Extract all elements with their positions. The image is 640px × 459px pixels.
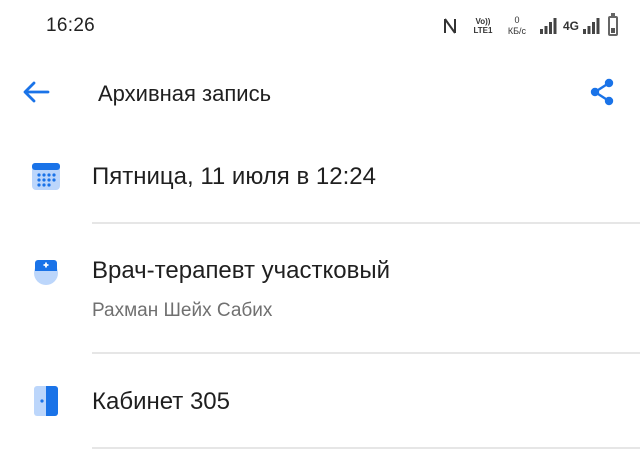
speed-unit: КБ/с bbox=[507, 26, 527, 36]
battery-icon bbox=[608, 13, 618, 36]
divider bbox=[92, 447, 640, 449]
divider bbox=[92, 352, 640, 354]
status-bar: 16:26 Vo)) LTE1 0 КБ/с 4G bbox=[0, 0, 640, 52]
back-button[interactable] bbox=[18, 74, 54, 110]
share-icon bbox=[590, 78, 614, 106]
app-bar: Архивная запись bbox=[0, 60, 640, 124]
signal-icon-secondary bbox=[582, 18, 600, 34]
appointment-date: Пятница, 11 июля в 12:24 bbox=[92, 163, 376, 190]
room-row: Кабинет 305 bbox=[0, 372, 640, 452]
status-icons: Vo)) LTE1 0 КБ/с 4G bbox=[439, 13, 618, 38]
page-title: Архивная запись bbox=[98, 81, 272, 106]
door-icon bbox=[30, 385, 62, 417]
status-time: 16:26 bbox=[46, 15, 96, 36]
appointment-date-row: Пятница, 11 июля в 12:24 bbox=[0, 150, 640, 226]
battery-level bbox=[611, 28, 615, 33]
network-speed: 0 КБ/с bbox=[503, 14, 531, 38]
nfc-icon bbox=[439, 15, 461, 37]
network-type: 4G bbox=[562, 19, 579, 33]
signal-icon bbox=[539, 18, 557, 34]
divider bbox=[92, 222, 640, 224]
volte-bottom-label: LTE1 bbox=[473, 26, 493, 35]
volte-top-label: Vo)) bbox=[475, 17, 491, 26]
volte-icon: Vo)) LTE1 bbox=[471, 15, 495, 37]
room-number: Кабинет 305 bbox=[92, 388, 230, 415]
doctor-row: Врач-терапевт участковый Рахман Шейх Саб… bbox=[0, 246, 640, 356]
arrow-back-icon bbox=[23, 81, 50, 103]
speed-value: 0 bbox=[514, 15, 520, 25]
doctor-name: Рахман Шейх Сабих bbox=[92, 300, 273, 321]
calendar-icon bbox=[30, 160, 62, 192]
doctor-icon bbox=[30, 254, 62, 286]
doctor-specialty: Врач-терапевт участковый bbox=[92, 257, 391, 284]
share-button[interactable] bbox=[584, 74, 620, 110]
